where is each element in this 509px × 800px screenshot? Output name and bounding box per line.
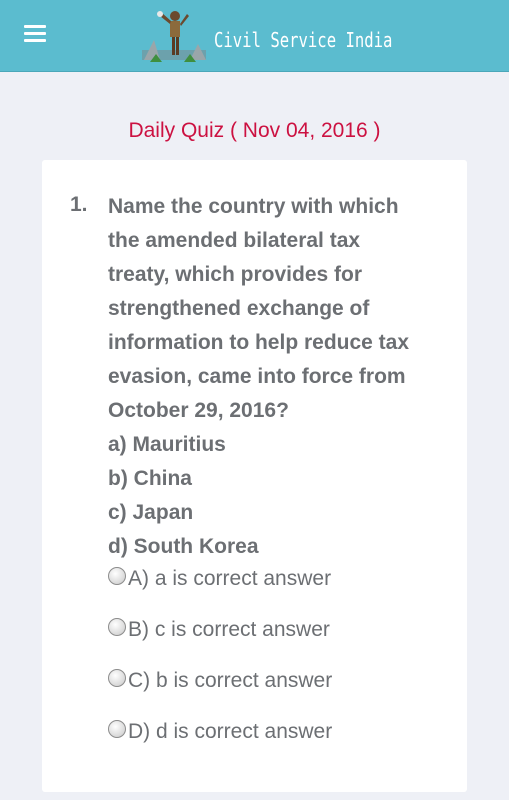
question-line: strengthened exchange of: [108, 297, 370, 320]
radio-button[interactable]: [108, 720, 126, 738]
radio-button[interactable]: [108, 669, 126, 687]
question-card: 1. Name the country with which the amend…: [42, 160, 467, 792]
question-text: Name the country with which the amended …: [108, 190, 453, 564]
site-name: Civil Service India: [214, 28, 393, 52]
answer-choice-d[interactable]: D) d is correct answer: [108, 717, 332, 747]
question-line: information to help reduce tax: [108, 331, 410, 354]
option-item: d) South Korea: [108, 535, 259, 558]
menu-bar-line: [24, 32, 46, 35]
radio-button[interactable]: [108, 618, 126, 636]
question-line: Name the country with which: [108, 195, 399, 218]
answer-choice-c[interactable]: C) b is correct answer: [108, 666, 332, 696]
answer-label: B) c is correct answer: [128, 618, 330, 641]
hamburger-menu-icon[interactable]: [24, 25, 46, 43]
site-logo[interactable]: Civil Service India: [140, 4, 392, 68]
answer-choice-b[interactable]: B) c is correct answer: [108, 615, 330, 645]
quiz-title: Daily Quiz ( Nov 04, 2016 ): [128, 119, 381, 142]
question-line: treaty, which provides for: [108, 263, 362, 286]
top-app-bar: Civil Service India: [0, 0, 509, 72]
radio-button[interactable]: [108, 567, 126, 585]
option-item: c) Japan: [108, 501, 194, 524]
option-item: a) Mauritius: [108, 433, 226, 456]
menu-bar-line: [24, 39, 46, 42]
option-item: b) China: [108, 467, 192, 490]
answer-label: D) d is correct answer: [128, 720, 333, 743]
answer-choice-a[interactable]: A) a is correct answer: [108, 564, 331, 594]
logo-figure-icon: [142, 11, 206, 62]
question-number: 1.: [70, 193, 88, 216]
question-line: evasion, came into force from: [108, 365, 406, 388]
answer-label: C) b is correct answer: [128, 669, 333, 692]
menu-bar-line: [24, 25, 46, 28]
question-line: October 29, 2016?: [108, 399, 289, 422]
answer-label: A) a is correct answer: [128, 567, 332, 590]
question-line: the amended bilateral tax: [108, 229, 361, 252]
